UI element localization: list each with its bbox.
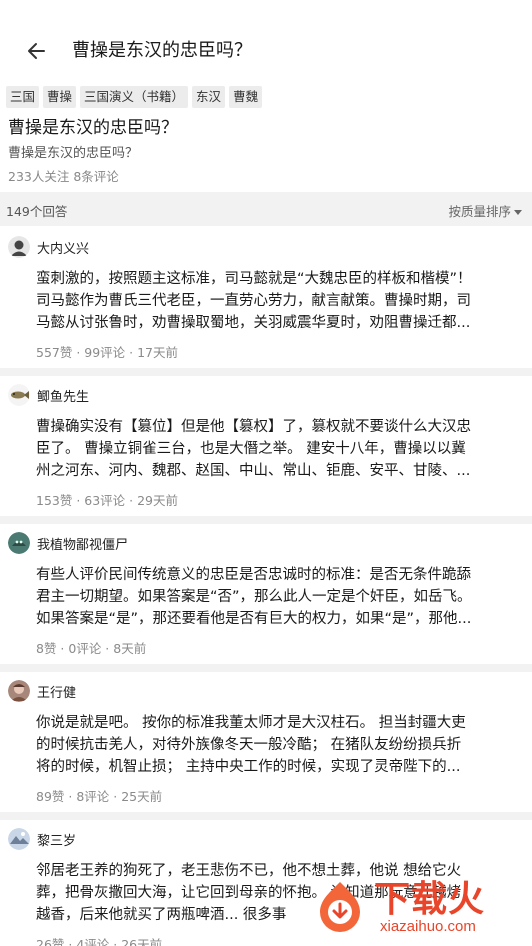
author-row[interactable]: 王行健 <box>8 680 76 702</box>
divider <box>0 516 532 524</box>
divider <box>0 812 532 820</box>
avatar[interactable] <box>8 828 30 850</box>
answer-stats: 26赞 · 4评论 · 26天前 <box>36 937 163 946</box>
excerpt-line: 蛮刺激的，按照题主这标准，司马懿就是“大魏忠臣的样板和楷模”！ <box>36 271 472 287</box>
question-description: 曹操是东汉的忠臣吗？ <box>8 146 139 161</box>
avatar[interactable] <box>8 680 30 702</box>
answer-excerpt[interactable]: 有些人评价民间传统意义的忠臣是否忠诚时的标准：是否无条件跪舔 君主一切期望。如果… <box>36 564 524 630</box>
excerpt-line: 马懿从讨张鲁时，劝曹操取蜀地，关羽威震华夏时，劝阻曹操迁都... <box>36 315 471 331</box>
answer-card[interactable]: 我植物鄙视僵尸 有些人评价民间传统意义的忠臣是否忠诚时的标准：是否无条件跪舔 君… <box>0 524 532 664</box>
answer-excerpt[interactable]: 曹操确实没有【篡位】但是他【篡权】了，篡权就不要谈什么大汉忠 臣了。 曹操立铜雀… <box>36 416 524 482</box>
answers-count: 149个回答 <box>6 204 68 219</box>
divider <box>0 368 532 376</box>
author-name[interactable]: 鲫鱼先生 <box>37 386 89 405</box>
answer-stats: 557赞 · 99评论 · 17天前 <box>36 345 179 360</box>
top-bar: 曹操是东汉的忠臣吗？ <box>0 0 532 84</box>
topic-tag[interactable]: 三国 <box>6 86 40 108</box>
excerpt-line: 如果答案是“是”，那还要看他是否有巨大的权力，如果“是”，那他... <box>36 611 472 627</box>
page-title: 曹操是东汉的忠臣吗？ <box>72 40 252 61</box>
watermark-url: xiazaihuo.com <box>380 918 476 935</box>
excerpt-line: 你说是就是吧。 按你的标准我董太师才是大汉柱石。 担当封疆大吏 <box>36 715 466 731</box>
download-logo-icon <box>312 878 368 934</box>
sort-button[interactable]: 按质量排序 <box>448 201 522 220</box>
topic-tag[interactable]: 曹魏 <box>229 86 263 108</box>
excerpt-line: 曹操确实没有【篡位】但是他【篡权】了，篡权就不要谈什么大汉忠 <box>36 419 471 435</box>
author-row[interactable]: 大内义兴 <box>8 236 89 258</box>
question-meta[interactable]: 233人关注 8条评论 <box>8 168 119 186</box>
excerpt-line: 臣了。 曹操立铜雀三台，也是大僭之举。 建安十八年，曹操以以冀 <box>36 441 466 457</box>
answer-card[interactable]: 鲫鱼先生 曹操确实没有【篡位】但是他【篡权】了，篡权就不要谈什么大汉忠 臣了。 … <box>0 376 532 516</box>
excerpt-line: 州之河东、河内、魏郡、赵国、中山、常山、钜鹿、安平、甘陵、... <box>36 463 471 479</box>
answer-card[interactable]: 王行健 你说是就是吧。 按你的标准我董太师才是大汉柱石。 担当封疆大吏 的时候抗… <box>0 672 532 812</box>
topic-tags: 三国 曹操 三国演义（书籍） 东汉 曹魏 <box>6 86 263 108</box>
author-name[interactable]: 我植物鄙视僵尸 <box>37 534 128 553</box>
avatar[interactable] <box>8 384 30 406</box>
author-row[interactable]: 我植物鄙视僵尸 <box>8 532 128 554</box>
back-arrow-icon[interactable] <box>24 38 50 64</box>
watermark: 下载火 xiazaihuo.com <box>304 864 530 944</box>
avatar[interactable] <box>8 236 30 258</box>
answer-stats: 89赞 · 8评论 · 25天前 <box>36 789 163 804</box>
excerpt-line: 君主一切期望。如果答案是“否”，那么此人一定是个奸臣，如岳飞。 <box>36 589 472 605</box>
author-row[interactable]: 黎三岁 <box>8 828 76 850</box>
topic-tag[interactable]: 三国演义（书籍） <box>80 86 189 108</box>
answer-excerpt[interactable]: 蛮刺激的，按照题主这标准，司马懿就是“大魏忠臣的样板和楷模”！ 司马懿作为曹氏三… <box>36 268 524 334</box>
answer-card[interactable]: 大内义兴 蛮刺激的，按照题主这标准，司马懿就是“大魏忠臣的样板和楷模”！ 司马懿… <box>0 228 532 368</box>
answer-stats: 8赞 · 0评论 · 8天前 <box>36 641 147 656</box>
author-name[interactable]: 大内义兴 <box>37 238 89 257</box>
excerpt-line: 司马懿作为曹氏三代老臣，一直劳心劳力，献言献策。曹操时期，司 <box>36 293 471 309</box>
caret-down-icon <box>514 210 522 215</box>
author-name[interactable]: 黎三岁 <box>37 830 76 849</box>
topic-tag[interactable]: 曹操 <box>43 86 77 108</box>
answers-bar: 149个回答 按质量排序 <box>0 192 532 226</box>
author-row[interactable]: 鲫鱼先生 <box>8 384 89 406</box>
sort-label: 按质量排序 <box>448 204 511 219</box>
topic-tag[interactable]: 东汉 <box>192 86 226 108</box>
excerpt-line: 有些人评价民间传统意义的忠臣是否忠诚时的标准：是否无条件跪舔 <box>36 567 471 583</box>
answer-stats: 153赞 · 63评论 · 29天前 <box>36 493 179 508</box>
question-title: 曹操是东汉的忠臣吗？ <box>8 118 178 138</box>
excerpt-line: 的时候抗击羌人，对待外族像冬天一般冷酷； 在猪队友纷纷损兵折 <box>36 737 462 753</box>
excerpt-line: 将的时候，机智止损； 主持中央工作的时候，实现了灵帝陛下的... <box>36 759 461 775</box>
answer-excerpt[interactable]: 你说是就是吧。 按你的标准我董太师才是大汉柱石。 担当封疆大吏 的时候抗击羌人，… <box>36 712 524 778</box>
divider <box>0 664 532 672</box>
avatar[interactable] <box>8 532 30 554</box>
author-name[interactable]: 王行健 <box>37 682 76 701</box>
watermark-text: 下载火 <box>374 879 486 920</box>
